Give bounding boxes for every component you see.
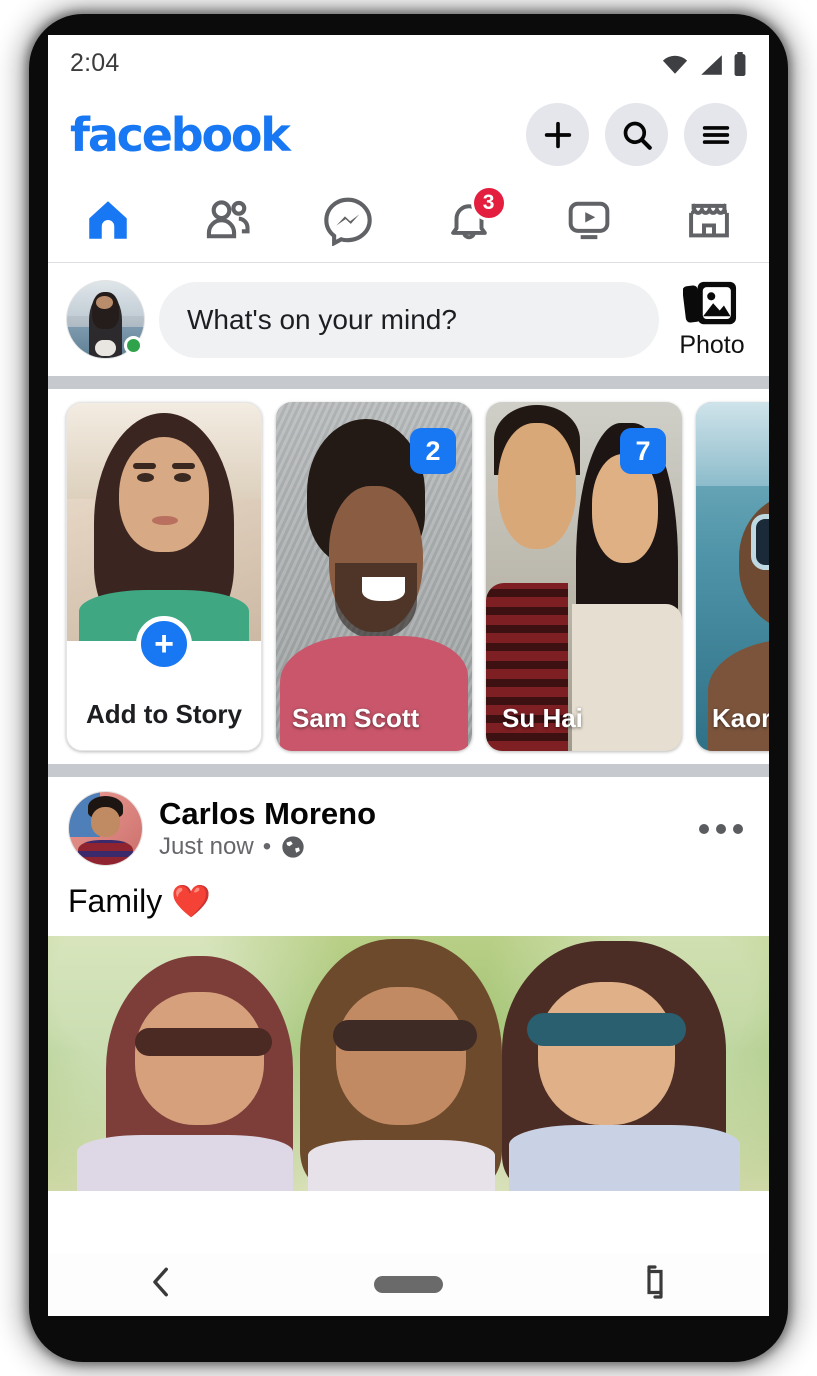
more-options-icon — [699, 823, 709, 834]
add-story-background-photo — [67, 403, 261, 643]
add-story-plus-icon[interactable]: + — [136, 616, 192, 672]
add-to-story-label: Add to Story — [86, 699, 242, 729]
post-options-button[interactable] — [699, 823, 749, 834]
post-meta: Carlos Moreno Just now • — [159, 796, 683, 862]
battery-icon — [734, 51, 746, 76]
section-divider-bottom — [48, 764, 769, 777]
phone-screen: 2:04 facebook 3 What's on your mind? Pho… — [48, 35, 769, 1316]
post-subtitle: Just now • — [159, 833, 683, 861]
video-icon — [568, 201, 610, 239]
feed-post: Carlos Moreno Just now • Family ❤️ — [48, 777, 769, 1191]
photo-button-label: Photo — [679, 331, 745, 359]
menu-button[interactable] — [684, 103, 747, 166]
marketplace-icon — [689, 202, 729, 237]
wifi-icon — [662, 55, 688, 74]
screenshot-stage: 2:04 facebook 3 What's on your mind? Pho… — [0, 0, 817, 1376]
tab-notifications[interactable]: 3 — [409, 177, 529, 262]
post-header: Carlos Moreno Just now • — [48, 777, 769, 872]
post-separator: • — [262, 833, 272, 861]
facebook-logo[interactable]: facebook — [70, 112, 291, 158]
online-status-indicator — [124, 336, 143, 355]
hamburger-menu-icon — [702, 125, 729, 144]
whats-on-your-mind-input[interactable]: What's on your mind? — [159, 281, 659, 358]
search-icon — [623, 121, 652, 150]
post-text: Family ❤️ — [68, 883, 211, 919]
phone-device-frame: 2:04 facebook 3 What's on your mind? Pho… — [29, 14, 788, 1362]
system-back-button[interactable] — [147, 1265, 177, 1304]
rotate-screen-icon — [647, 1265, 663, 1299]
story-unseen-badge: 2 — [410, 428, 456, 474]
story-card[interactable]: 2 Sam Scott — [276, 402, 472, 751]
post-photo[interactable] — [48, 936, 769, 1191]
back-chevron-icon — [152, 1267, 168, 1297]
story-unseen-badge: 7 — [620, 428, 666, 474]
tab-friends[interactable] — [168, 177, 288, 262]
system-rotate-button[interactable] — [640, 1264, 670, 1305]
create-button[interactable] — [526, 103, 589, 166]
globe-icon — [282, 836, 304, 858]
photo-icon — [683, 281, 737, 325]
plus-icon — [544, 121, 571, 148]
story-author-name: Su Hai — [502, 702, 583, 733]
tab-marketplace[interactable] — [649, 177, 769, 262]
story-card[interactable]: Kaori Wata — [696, 402, 769, 751]
primary-nav-tabs: 3 — [48, 177, 769, 263]
composer-placeholder: What's on your mind? — [187, 303, 457, 335]
home-icon — [89, 200, 127, 239]
post-author-name[interactable]: Carlos Moreno — [159, 796, 683, 832]
app-bar-actions — [526, 103, 747, 166]
story-author-name: Sam Scott — [292, 702, 420, 733]
status-bar-clock: 2:04 — [70, 49, 120, 77]
story-author-name: Kaori Wata — [712, 702, 769, 733]
cellular-signal-icon — [701, 54, 722, 75]
tab-home[interactable] — [48, 177, 168, 262]
tab-messenger[interactable] — [288, 177, 408, 262]
more-options-icon — [733, 823, 743, 834]
friends-icon — [207, 199, 250, 238]
post-photo-content — [48, 936, 769, 1191]
search-button[interactable] — [605, 103, 668, 166]
tab-video[interactable] — [529, 177, 649, 262]
story-thumbnail — [696, 402, 769, 751]
system-navigation-bar — [48, 1253, 769, 1316]
section-divider-top — [48, 376, 769, 389]
app-bar: facebook — [48, 92, 769, 177]
story-thumbnail — [67, 403, 261, 643]
status-bar: 2:04 — [48, 35, 769, 92]
post-timestamp: Just now — [159, 833, 254, 861]
post-composer: What's on your mind? Photo — [48, 263, 769, 376]
post-author-avatar[interactable] — [68, 791, 143, 866]
stories-tray[interactable]: + Add to Story 2 Sam Scott 7 Su Hai Kaor — [48, 389, 769, 764]
story-card[interactable]: 7 Su Hai — [486, 402, 682, 751]
messenger-icon — [324, 197, 373, 246]
more-options-icon — [716, 823, 726, 834]
composer-avatar-wrap[interactable] — [66, 280, 145, 359]
add-to-story-card[interactable]: + Add to Story — [66, 402, 262, 751]
photo-button[interactable]: Photo — [673, 279, 751, 360]
author-profile-photo — [69, 792, 142, 865]
system-home-pill[interactable] — [373, 1276, 443, 1293]
notifications-badge: 3 — [470, 185, 507, 221]
status-bar-icons — [661, 51, 747, 76]
